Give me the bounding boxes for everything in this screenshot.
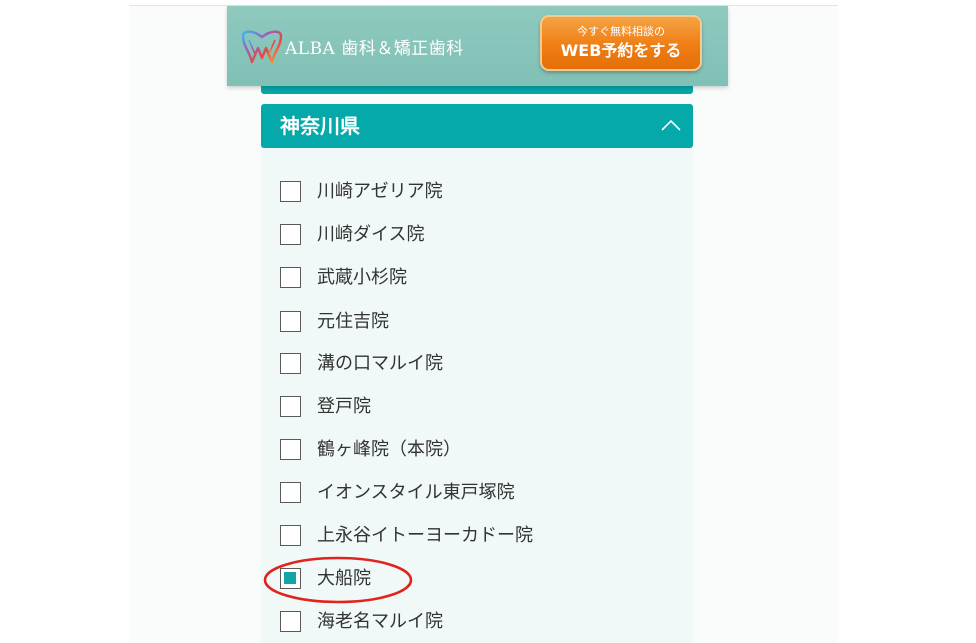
clinic-checkbox[interactable] — [280, 181, 301, 202]
page: ALBA 歯科＆矯正歯科 今すぐ無料相談の WEB予約をする 神奈川県 川崎アゼ… — [0, 0, 976, 643]
clinic-label[interactable]: 登戸院 — [317, 396, 371, 418]
clinic-label[interactable]: 鶴ヶ峰院（本院） — [317, 439, 461, 461]
prefecture-title: 神奈川県 — [280, 114, 360, 138]
clinic-label[interactable]: イオンスタイル東戸塚院 — [317, 482, 515, 504]
clinic-checkbox[interactable] — [280, 224, 301, 245]
clinic-option[interactable]: 川崎ダイス院 — [280, 224, 680, 248]
clinic-label[interactable]: 川崎アゼリア院 — [317, 181, 443, 203]
clinic-label[interactable]: 川崎ダイス院 — [317, 224, 424, 246]
clinic-checkbox[interactable] — [280, 525, 301, 546]
clinic-checkbox[interactable] — [280, 267, 301, 288]
alba-tooth-logo-icon[interactable] — [239, 28, 285, 66]
clinic-option[interactable]: 登戸院 — [280, 396, 680, 420]
clinic-checkbox[interactable] — [280, 396, 301, 417]
site-header: ALBA 歯科＆矯正歯科 今すぐ無料相談の WEB予約をする — [227, 6, 728, 86]
clinic-label[interactable]: 上永谷イトーヨーカドー院 — [317, 525, 533, 547]
clinic-option[interactable]: 鶴ヶ峰院（本院） — [280, 439, 680, 463]
clinic-option[interactable]: イオンスタイル東戸塚院 — [280, 482, 680, 506]
clinic-option[interactable]: 海老名マルイ院 — [280, 611, 680, 635]
cta-label: WEB予約をする — [560, 41, 682, 60]
web-reservation-button[interactable]: 今すぐ無料相談の WEB予約をする — [540, 15, 702, 71]
clinic-checkbox[interactable] — [280, 568, 301, 589]
clinic-label[interactable]: 溝の口マルイ院 — [317, 353, 443, 375]
cta-subtext: 今すぐ無料相談の — [577, 25, 665, 38]
clinic-label[interactable]: 武蔵小杉院 — [317, 267, 407, 289]
brand-name[interactable]: ALBA 歯科＆矯正歯科 — [285, 34, 464, 59]
clinic-label[interactable]: 元住吉院 — [317, 311, 389, 333]
clinic-option[interactable]: 川崎アゼリア院 — [280, 181, 680, 205]
clinic-option[interactable]: 元住吉院 — [280, 311, 680, 335]
clinic-option[interactable]: 武蔵小杉院 — [280, 267, 680, 291]
prefecture-accordion-header[interactable]: 神奈川県 — [261, 104, 693, 148]
chevron-up-icon — [661, 119, 681, 131]
clinic-label[interactable]: 大船院 — [317, 568, 371, 590]
clinic-option[interactable]: 溝の口マルイ院 — [280, 353, 680, 377]
clinic-checkbox[interactable] — [280, 611, 301, 632]
clinic-option[interactable]: 大船院 — [280, 568, 680, 592]
clinic-checkbox[interactable] — [280, 482, 301, 503]
clinic-checkbox[interactable] — [280, 439, 301, 460]
checkbox-checked-mark — [284, 572, 296, 584]
clinic-option[interactable]: 上永谷イトーヨーカドー院 — [280, 525, 680, 549]
clinic-label[interactable]: 海老名マルイ院 — [317, 611, 443, 633]
clinic-checkbox[interactable] — [280, 353, 301, 374]
clinic-checkbox[interactable] — [280, 311, 301, 332]
